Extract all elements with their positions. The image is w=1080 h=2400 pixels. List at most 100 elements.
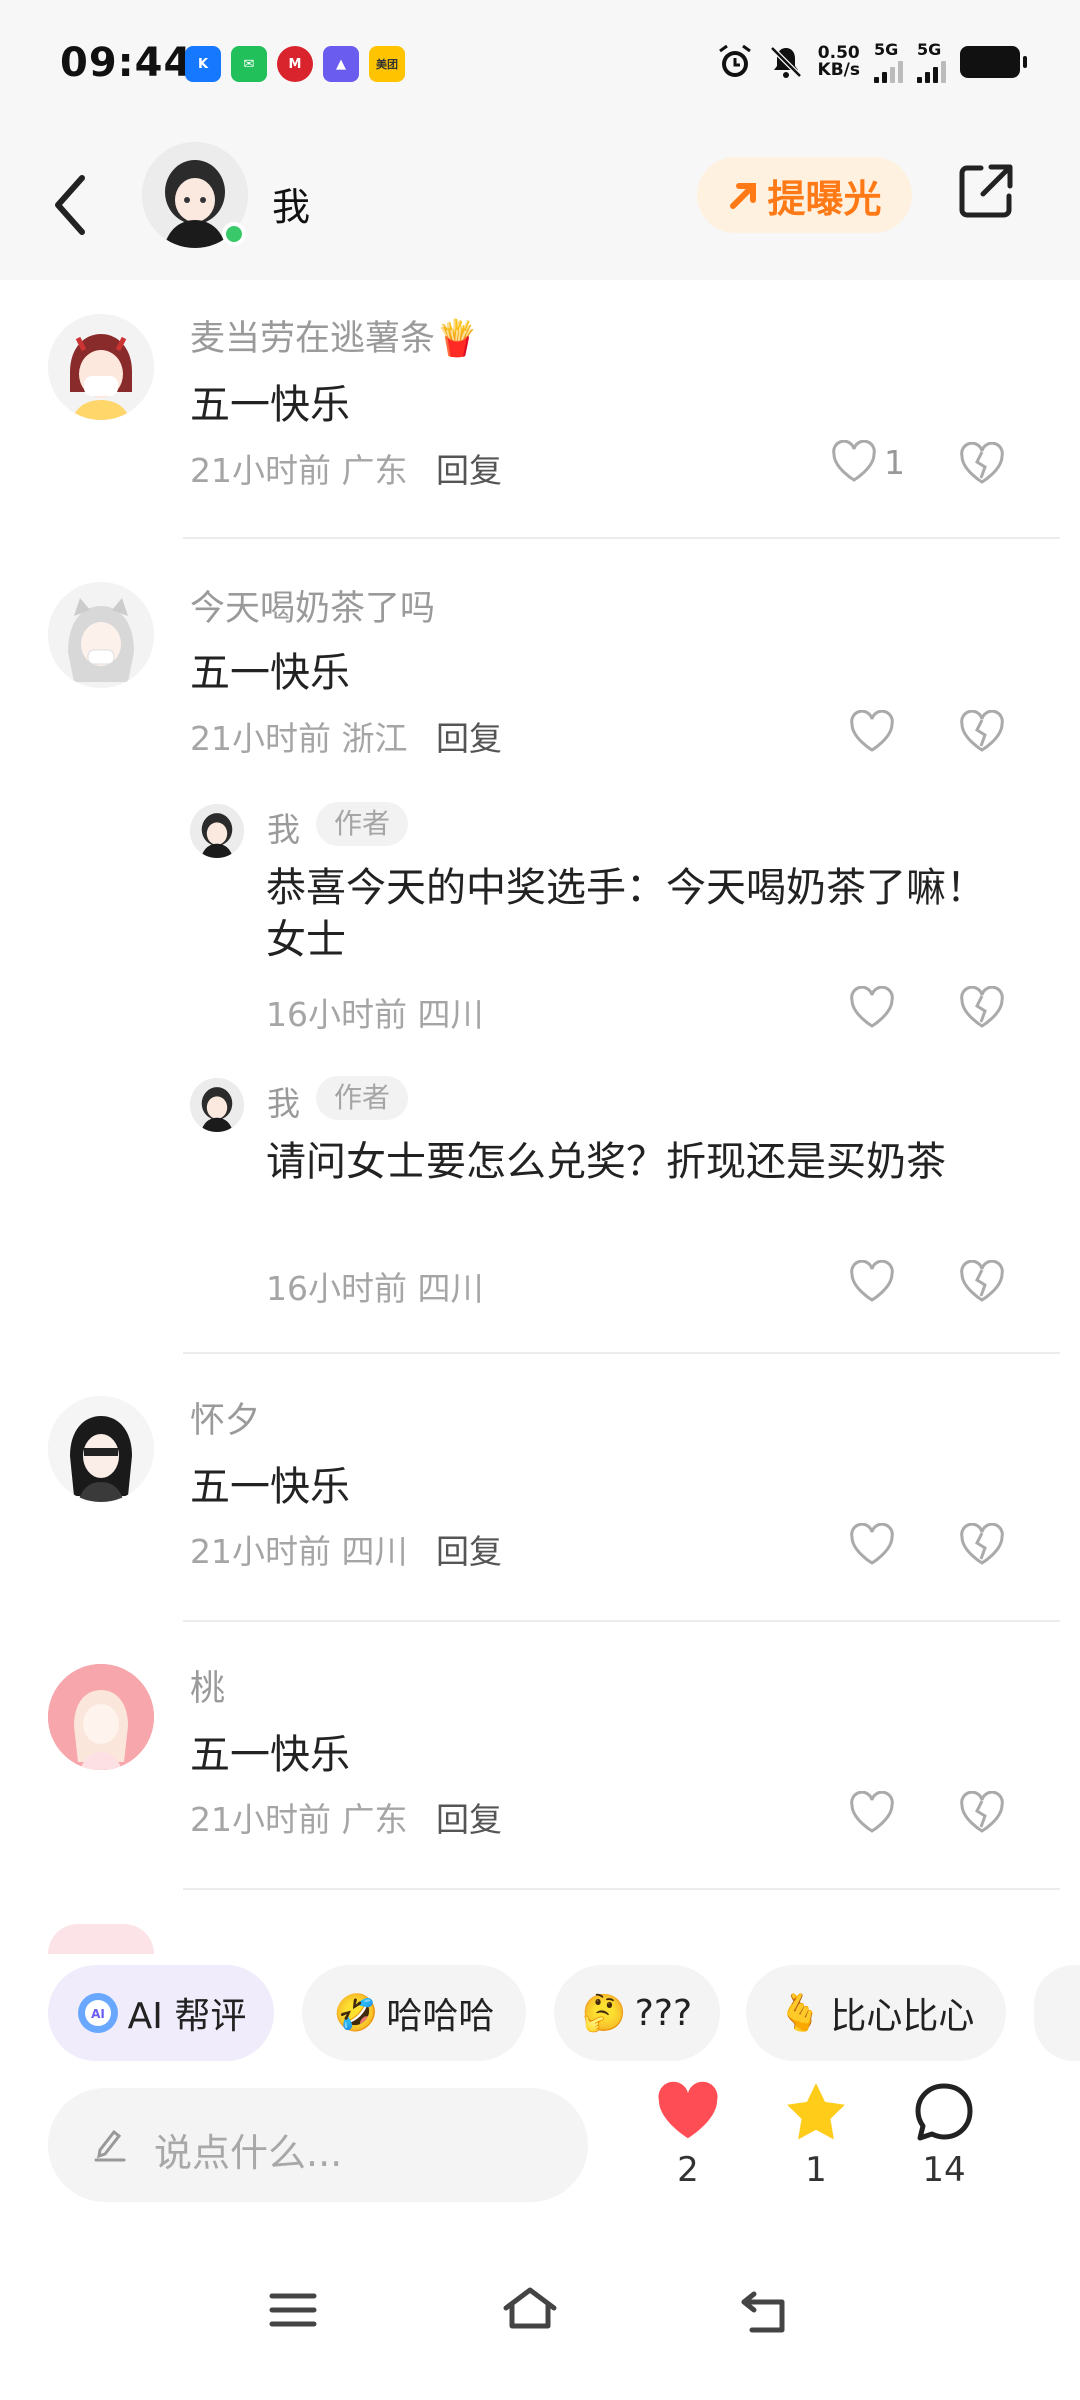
comment-username[interactable]: 麦当劳在逃薯条🍟 — [190, 310, 479, 361]
reply-button[interactable]: 回复 — [436, 1800, 502, 1839]
quick-chip[interactable]: 🤣 哈哈哈 — [302, 1965, 526, 2061]
page-title: 我 — [272, 185, 311, 229]
reply-button[interactable]: 回复 — [436, 719, 502, 758]
quick-chip[interactable]: 🫰 比心比心 — [746, 1965, 1006, 2061]
comment-text: 五一快乐 — [190, 382, 350, 428]
avatar[interactable] — [48, 582, 154, 688]
share-icon[interactable] — [955, 160, 1017, 222]
avatar[interactable] — [48, 1664, 154, 1770]
system-nav-bar — [0, 2240, 1080, 2400]
comment-username[interactable]: 今天喝奶茶了吗 — [190, 580, 435, 631]
back-icon[interactable] — [50, 170, 90, 240]
heart-outline-icon[interactable] — [848, 986, 896, 1030]
finger-heart-emoji-icon: 🫰 — [777, 1993, 823, 2034]
comment-username[interactable]: 桃 — [190, 1660, 225, 1711]
status-bar: 09:44 K ✉ M ▲ 美团 0.50 KB/s 5G 5G — [0, 0, 1080, 130]
svg-text:AI: AI — [91, 2007, 105, 2021]
sim2-signal: 5G — [917, 40, 946, 83]
comment-count: 14 — [922, 2150, 966, 2190]
reply-avatar[interactable] — [190, 804, 244, 858]
reply-avatar[interactable] — [190, 1078, 244, 1132]
net-speed-unit: KB/s — [817, 59, 860, 80]
status-time: 09:44 — [60, 40, 193, 86]
broken-heart-icon[interactable] — [958, 1260, 1006, 1304]
heart-outline-icon[interactable] — [848, 1791, 896, 1835]
comment-input[interactable]: 说点什么... — [48, 2088, 588, 2202]
comment-region: 广东 — [341, 451, 408, 490]
chip-label: 哈哈哈 — [386, 1996, 495, 2037]
reply-meta: 16小时前 四川 — [266, 988, 484, 1036]
heart-outline-icon[interactable] — [848, 1523, 896, 1567]
boost-label: 提曝光 — [767, 176, 882, 221]
heart-outline-icon — [832, 440, 876, 482]
status-app-icons: K ✉ M ▲ 美团 — [185, 46, 405, 82]
comment-time: 21小时前 — [190, 1532, 331, 1571]
ai-review-chip[interactable]: AI AI 帮评 — [48, 1965, 274, 2061]
like-count: 1 — [884, 442, 905, 482]
reply-region: 四川 — [417, 995, 484, 1034]
menu-icon[interactable] — [268, 2290, 318, 2330]
comment-time: 21小时前 — [190, 719, 331, 758]
sim1-label: 5G — [874, 40, 899, 59]
net-speed-value: 0.50 — [817, 42, 860, 63]
thinking-emoji-icon: 🤔 — [581, 1993, 627, 2034]
broken-heart-icon[interactable] — [958, 986, 1006, 1030]
author-badge: 作者 — [316, 802, 409, 846]
reply-time: 16小时前 — [266, 995, 407, 1034]
comment-region: 浙江 — [341, 719, 408, 758]
signal-bars-icon — [874, 59, 903, 83]
broken-heart-icon[interactable] — [958, 442, 1006, 486]
wechat-icon: ✉ — [231, 46, 267, 82]
comments-button[interactable]: 14 — [899, 2080, 989, 2190]
author-badge: 作者 — [316, 1076, 409, 1120]
comment-time: 21小时前 — [190, 1800, 331, 1839]
comment-meta: 21小时前 广东 回复 — [190, 444, 502, 492]
like-count: 2 — [677, 2150, 699, 2190]
online-status-dot — [222, 222, 246, 246]
return-icon[interactable] — [738, 2290, 790, 2334]
broken-heart-icon[interactable] — [958, 710, 1006, 754]
arrow-up-right-icon — [730, 183, 757, 209]
k-app-icon: K — [185, 46, 221, 82]
comment-region: 广东 — [341, 1800, 408, 1839]
star-icon — [787, 2083, 845, 2140]
quick-chip[interactable]: 🤔 ??? — [554, 1965, 720, 2061]
chip-label: ??? — [634, 1992, 693, 2034]
reply-button[interactable]: 回复 — [436, 1532, 502, 1571]
broken-heart-icon[interactable] — [958, 1791, 1006, 1835]
comment-username[interactable]: 怀夕 — [190, 1392, 260, 1443]
avatar[interactable] — [48, 314, 154, 420]
reply-button[interactable]: 回复 — [436, 451, 502, 490]
heart-outline-icon[interactable] — [848, 1260, 896, 1304]
comment-text: 五一快乐 — [190, 1732, 350, 1778]
comment-text: 五一快乐 — [190, 1464, 350, 1510]
comment-meta: 21小时前 浙江 回复 — [190, 712, 502, 760]
divider — [183, 1352, 1060, 1354]
quick-reply-chips: AI AI 帮评 🤣 哈哈哈 🤔 ??? 🫰 比心比心 — [0, 1965, 1080, 2065]
comment-meta: 21小时前 广东 回复 — [190, 1793, 502, 1841]
home-icon[interactable] — [500, 2284, 560, 2332]
boost-exposure-button[interactable]: 提曝光 — [697, 157, 912, 233]
signal-bars-icon — [917, 59, 946, 83]
favorite-button[interactable]: 1 — [771, 2080, 861, 2190]
reply-username[interactable]: 我 — [267, 803, 300, 851]
reply-text: 请问女士要怎么兑奖？折现还是买奶茶 — [266, 1139, 946, 1185]
status-right: 0.50 KB/s 5G 5G — [716, 40, 1027, 83]
input-placeholder: 说点什么... — [154, 2131, 343, 2175]
assistant-icon: ▲ — [323, 46, 359, 82]
pencil-icon — [94, 2129, 126, 2162]
sim2-label: 5G — [917, 40, 942, 59]
quick-chip-partial[interactable] — [1034, 1965, 1080, 2061]
reply-meta: 16小时前 四川 — [266, 1262, 484, 1310]
like-button[interactable]: 1 — [830, 440, 905, 484]
heart-outline-icon[interactable] — [848, 710, 896, 754]
battery-icon — [960, 45, 1027, 78]
avatar[interactable] — [48, 1396, 154, 1502]
net-speed: 0.50 KB/s — [817, 42, 860, 80]
sim1-signal: 5G — [874, 40, 903, 83]
like-post-button[interactable]: 2 — [643, 2080, 733, 2190]
broken-heart-icon[interactable] — [958, 1523, 1006, 1567]
reply-username[interactable]: 我 — [267, 1077, 300, 1125]
reply-time: 16小时前 — [266, 1269, 407, 1308]
avatar-partial — [48, 1924, 154, 1954]
